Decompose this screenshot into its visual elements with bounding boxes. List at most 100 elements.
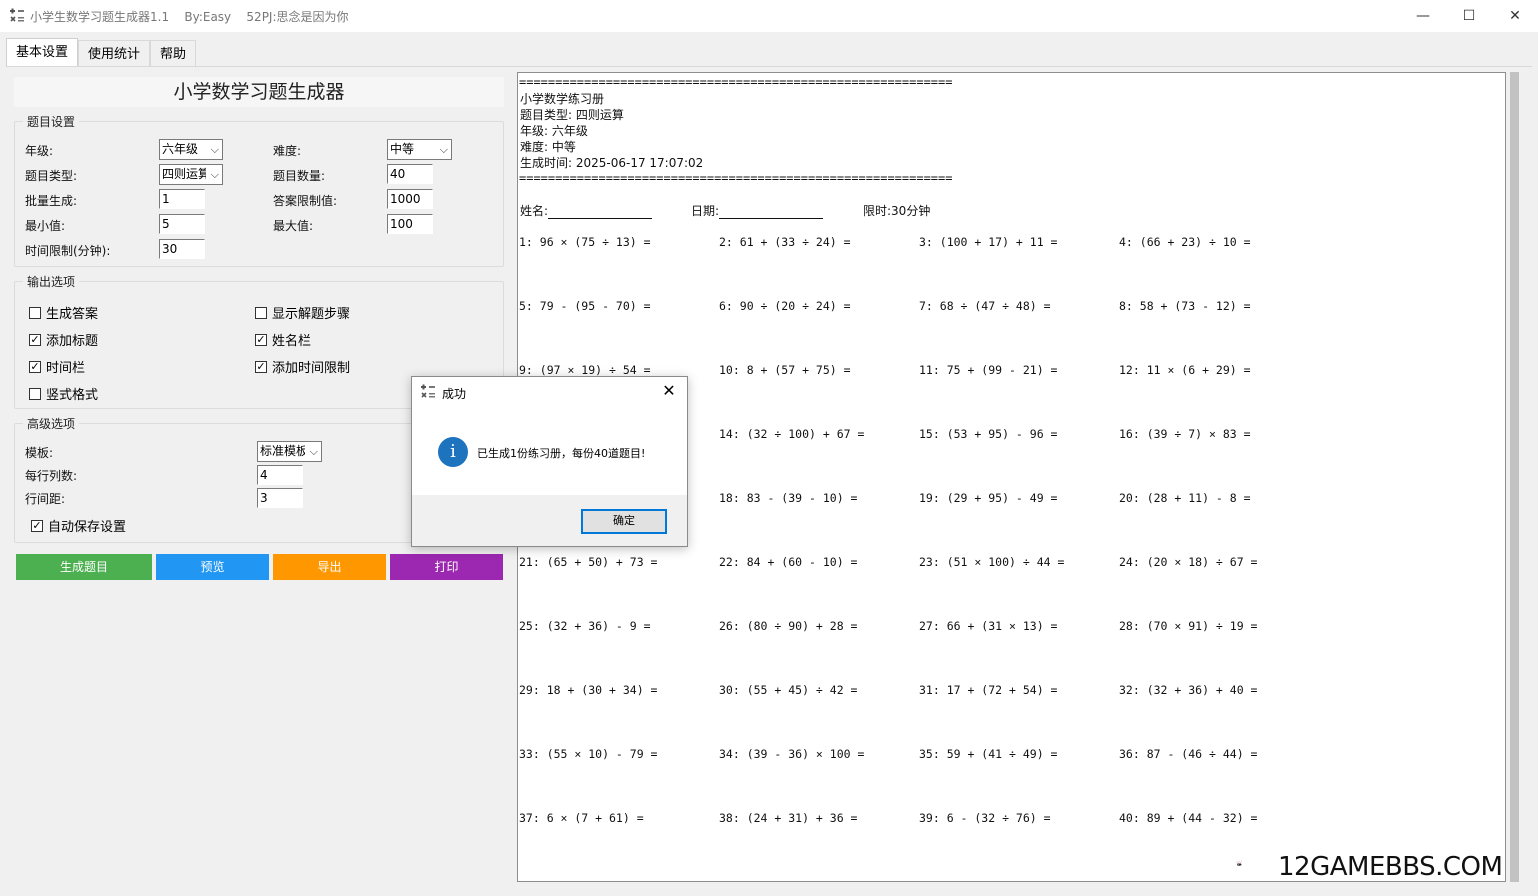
batch-label: 批量生成:	[25, 194, 78, 208]
answer-limit-input[interactable]: 1000	[387, 189, 433, 209]
tab-help[interactable]: 帮助	[150, 40, 197, 67]
problem-item: 5: 79 - (95 - 70) =	[519, 299, 651, 313]
problem-item: 23: (51 × 100) ÷ 44 =	[919, 555, 1065, 569]
checkbox-box	[29, 387, 41, 400]
preview-button[interactable]: 预览	[156, 554, 269, 580]
app-icon	[421, 384, 435, 398]
grade-select[interactable]: 六年级 ⌵	[159, 139, 223, 160]
max-label: 最大值:	[273, 219, 314, 233]
title-bar: 小学生数学习题生成器1.1 By:Easy 52PJ:思念是因为你 — ☐ ✕	[0, 0, 1538, 32]
columns-input[interactable]: 4	[257, 465, 303, 485]
dialog-body: i 已生成1份练习册，每份40道题目!	[412, 407, 687, 495]
answer-limit-label: 答案限制值:	[273, 194, 338, 208]
name-field-checkbox[interactable]: ✓ 姓名栏	[255, 330, 311, 349]
checkbox-box	[255, 306, 267, 319]
problem-item: 20: (28 + 11) - 8 =	[1119, 491, 1251, 505]
difficulty-select[interactable]: 中等 ⌵	[387, 139, 452, 160]
dialog-message: 已生成1份练习册，每份40道题目!	[477, 447, 646, 460]
min-input[interactable]: 5	[159, 214, 205, 234]
watermark-logo	[1236, 860, 1242, 866]
type-select[interactable]: 四则运算 ⌵	[159, 164, 223, 185]
problem-item: 9: (97 × 19) ÷ 54 =	[519, 363, 651, 377]
workbook-title: 小学数学练习册	[520, 92, 605, 106]
columns-label: 每行列数:	[25, 469, 78, 483]
time-limit-label: 时间限制(分钟):	[25, 244, 111, 258]
problem-item: 14: (32 ÷ 100) + 67 =	[719, 427, 865, 441]
problem-item: 25: (32 + 36) - 9 =	[519, 619, 651, 633]
problem-item: 18: 83 - (39 - 10) =	[719, 491, 858, 505]
count-input[interactable]: 40	[387, 164, 433, 184]
problem-item: 4: (66 + 23) ÷ 10 =	[1119, 235, 1251, 249]
template-label: 模板:	[25, 446, 54, 460]
problem-item: 29: 18 + (30 + 34) =	[519, 683, 658, 697]
chevron-down-icon: ⌵	[309, 445, 318, 458]
dialog-close-icon[interactable]: ✕	[658, 381, 680, 400]
checkmark-icon: ✓	[255, 359, 267, 373]
tab-basic-settings[interactable]: 基本设置	[6, 38, 79, 67]
spacing-label: 行间距:	[25, 492, 66, 506]
close-button[interactable]: ✕	[1492, 0, 1538, 32]
checkmark-icon: ✓	[31, 518, 43, 532]
problem-item: 38: (24 + 31) + 36 =	[719, 811, 858, 825]
export-button[interactable]: 导出	[273, 554, 386, 580]
separator-rule: ========================================…	[519, 171, 953, 185]
problem-item: 3: (100 + 17) + 11 =	[919, 235, 1058, 249]
problem-item: 33: (55 × 10) - 79 =	[519, 747, 658, 761]
panel-title: 小学数学习题生成器	[14, 77, 504, 107]
template-select[interactable]: 标准模板 ⌵	[257, 441, 322, 462]
minimize-icon: —	[1416, 8, 1430, 24]
grade-label: 年级:	[25, 144, 54, 158]
problem-item: 40: 89 + (44 - 32) =	[1119, 811, 1258, 825]
chevron-down-icon: ⌵	[439, 143, 448, 156]
chevron-down-icon: ⌵	[210, 143, 219, 156]
problem-item: 21: (65 + 50) + 73 =	[519, 555, 658, 569]
max-input[interactable]: 100	[387, 214, 433, 234]
scrollbar-thumb[interactable]	[1510, 72, 1519, 882]
problem-item: 7: 68 ÷ (47 ÷ 48) =	[919, 299, 1051, 313]
problem-item: 19: (29 + 95) - 49 =	[919, 491, 1058, 505]
problem-item: 39: 6 - (32 ÷ 76) =	[919, 811, 1051, 825]
print-button[interactable]: 打印	[390, 554, 503, 580]
tab-divider	[6, 66, 1532, 67]
show-steps-checkbox[interactable]: 显示解题步骤	[255, 303, 350, 322]
dialog-title-bar: 成功 ✕	[412, 377, 687, 407]
generate-answers-checkbox[interactable]: 生成答案	[29, 303, 98, 322]
dialog-title: 成功	[442, 387, 467, 401]
problem-item: 24: (20 × 18) ÷ 67 =	[1119, 555, 1258, 569]
time-field-checkbox[interactable]: ✓ 时间栏	[29, 357, 85, 376]
problem-item: 26: (80 ÷ 90) + 28 =	[719, 619, 858, 633]
checkmark-icon: ✓	[29, 332, 41, 346]
time-limit-input[interactable]: 30	[159, 239, 205, 259]
add-time-limit-checkbox[interactable]: ✓ 添加时间限制	[255, 357, 350, 376]
time-limit-field: 限时:30分钟	[863, 204, 931, 218]
vertical-format-checkbox[interactable]: 竖式格式	[29, 384, 98, 403]
minimize-button[interactable]: —	[1400, 0, 1446, 32]
type-label: 题目类型:	[25, 169, 78, 183]
problem-item: 15: (53 + 95) - 96 =	[919, 427, 1058, 441]
tab-bar: 基本设置 使用统计 帮助	[6, 38, 197, 67]
problem-item: 11: 75 + (99 - 21) =	[919, 363, 1058, 377]
checkmark-icon: ✓	[255, 332, 267, 346]
success-dialog: 成功 ✕ i 已生成1份练习册，每份40道题目! 确定	[411, 376, 688, 547]
maximize-button[interactable]: ☐	[1446, 0, 1492, 32]
problem-item: 6: 90 ÷ (20 ÷ 24) =	[719, 299, 851, 313]
generate-button[interactable]: 生成题目	[16, 554, 152, 580]
chevron-down-icon: ⌵	[210, 168, 219, 181]
type-line: 题目类型: 四则运算	[520, 108, 624, 122]
problem-item: 22: 84 + (60 - 10) =	[719, 555, 858, 569]
maximize-icon: ☐	[1462, 8, 1476, 24]
problem-item: 36: 87 - (46 ÷ 44) =	[1119, 747, 1258, 761]
tab-usage-stats[interactable]: 使用统计	[78, 40, 151, 67]
group-title: 输出选项	[23, 273, 80, 290]
batch-input[interactable]: 1	[159, 189, 205, 209]
difficulty-label: 难度:	[273, 144, 302, 158]
ok-button[interactable]: 确定	[581, 509, 667, 534]
problem-item: 12: 11 × (6 + 29) =	[1119, 363, 1251, 377]
problem-item: 1: 96 × (75 ÷ 13) =	[519, 235, 651, 249]
spacing-input[interactable]: 3	[257, 488, 303, 508]
app-icon	[10, 8, 24, 22]
add-title-checkbox[interactable]: ✓ 添加标题	[29, 330, 98, 349]
grade-line: 年级: 六年级	[520, 124, 588, 138]
autosave-checkbox[interactable]: ✓ 自动保存设置	[31, 516, 126, 535]
problem-item: 30: (55 + 45) ÷ 42 =	[719, 683, 858, 697]
